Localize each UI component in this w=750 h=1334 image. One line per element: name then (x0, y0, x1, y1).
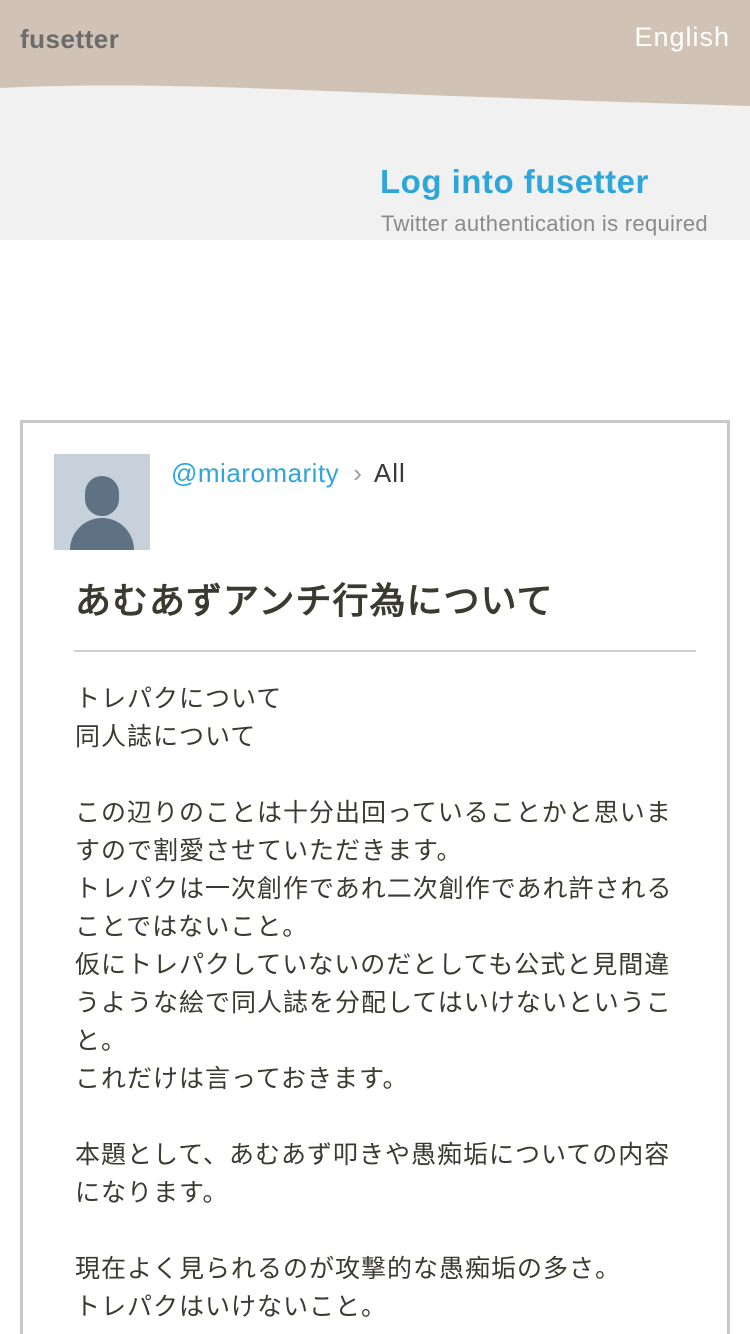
body-line: 同人誌について (75, 722, 257, 751)
post-body: トレパクについて 同人誌について この辺りのことは十分出回っていることかと思いま… (75, 680, 685, 1326)
site-logo[interactable]: fusetter (20, 24, 119, 55)
breadcrumb-scope[interactable]: All (374, 458, 406, 488)
username-link[interactable]: @miaromarity (171, 458, 339, 488)
chevron-right-icon: › (353, 458, 362, 488)
body-line: 本題として、あむあず叩きや愚痴垢についての内容になります。 (75, 1140, 671, 1207)
page: fusetter English Log into fusetter Twitt… (0, 0, 750, 1334)
body-line: この辺りのことは十分出回っていることかと思いますので割愛させていただきます。 (75, 798, 672, 865)
login-link[interactable]: Log into fusetter (380, 163, 649, 201)
body-line: トレパクについて (75, 684, 283, 713)
avatar-body-shape (70, 518, 134, 550)
language-switch[interactable]: English (634, 22, 730, 53)
body-line: トレパクは一次創作であれ二次創作であれ許されることではないこと。 (75, 874, 673, 941)
body-line: トレパクはいけないこと。 (75, 1292, 388, 1321)
body-line: これだけは言っておきます。 (75, 1064, 409, 1093)
post-title: あむあずアンチ行為について (75, 581, 554, 622)
login-subtitle: Twitter authentication is required (381, 211, 708, 236)
header-wave-divider (0, 85, 750, 120)
breadcrumb: @miaromarity › All (171, 458, 406, 489)
body-line: 仮にトレパクしていないのだとしても公式と見間違うような絵で同人誌を分配してはいけ… (75, 950, 672, 1055)
default-user-icon[interactable] (54, 454, 150, 550)
avatar-head-shape (85, 476, 119, 516)
body-line: 現在よく見られるのが攻撃的な愚痴垢の多さ。 (75, 1254, 622, 1283)
title-divider (74, 650, 696, 652)
